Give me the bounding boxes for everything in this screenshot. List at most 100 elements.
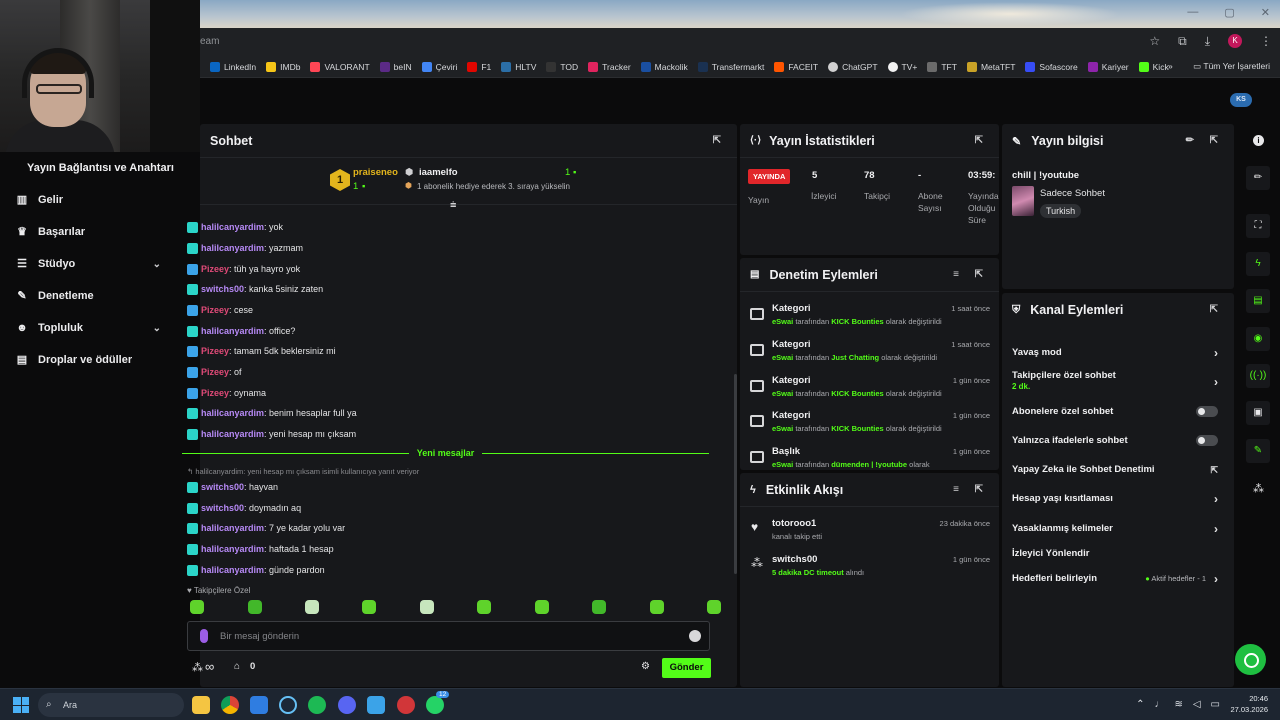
chat-username[interactable]: switchs00 — [201, 503, 244, 513]
microphone-icon[interactable] — [200, 629, 208, 643]
edit-icon[interactable]: ✏ — [1246, 166, 1270, 190]
bookmark-tracker[interactable]: Tracker — [588, 61, 631, 72]
bookmark-transfermarkt[interactable]: Transfermarkt — [697, 61, 764, 72]
emote-icon[interactable] — [362, 600, 376, 614]
chat-settings-icon[interactable]: ⚙ — [641, 661, 650, 672]
download-icon[interactable]: ⤓ — [1205, 34, 1210, 49]
volume-icon[interactable]: ◁ — [1193, 699, 1201, 710]
chat-username[interactable]: halilcanyardim — [201, 544, 264, 554]
popout-icon[interactable]: ⇱ — [975, 484, 983, 495]
banned-words-row[interactable]: Yasaklanmış kelimeler › — [1012, 522, 1224, 536]
fullscreen-icon[interactable]: ⛶ — [1246, 214, 1270, 238]
chat-username[interactable]: Pizeey — [201, 346, 229, 356]
profile-avatar[interactable]: K — [1228, 34, 1242, 48]
chat-username[interactable]: halilcanyardim — [201, 326, 264, 336]
chat-input[interactable]: Bir mesaj gönderin — [187, 621, 710, 651]
slow-mode-row[interactable]: Yavaş mod › — [1012, 346, 1224, 360]
popout-icon[interactable]: ⇱ — [975, 269, 983, 280]
chat-message[interactable]: Pizeey: tamam 5dk beklersiniz mi — [187, 343, 336, 359]
menu-icon[interactable]: ⋮ — [1260, 34, 1272, 49]
windows-start-icon[interactable] — [13, 697, 29, 713]
spotify-icon[interactable] — [308, 696, 326, 714]
chat-username[interactable]: Pizeey — [201, 367, 229, 377]
sidebar-item-droplar[interactable]: ▤ Droplar ve ödüller — [16, 354, 161, 366]
chat-username[interactable]: halilcanyardim — [201, 222, 264, 232]
info-icon[interactable]: i — [1253, 135, 1264, 146]
subs-only-row[interactable]: Abonelere özel sohbet — [1012, 406, 1224, 417]
all-bookmarks[interactable]: » ▭ Tüm Yer İşaretleri — [1168, 61, 1270, 72]
moderation-event[interactable]: Kategori 1 saat önce eSwai tarafından KI… — [750, 303, 990, 337]
moderation-event[interactable]: Kategori 1 saat önce eSwai tarafından Ju… — [750, 339, 990, 373]
whatsapp-icon[interactable] — [426, 696, 444, 714]
bookmark-tft[interactable]: TFT — [927, 61, 957, 72]
discord-icon[interactable] — [338, 696, 356, 714]
followers-only-row[interactable]: Takipçilere özel sohbet 2 dk. › — [1012, 370, 1224, 392]
chat-username[interactable]: halilcanyardim — [201, 408, 264, 418]
edit-icon[interactable]: ✏ — [1186, 135, 1194, 146]
bookmark-tod[interactable]: TOD — [546, 61, 578, 72]
subs-only-toggle[interactable] — [1196, 406, 1218, 417]
popout-icon[interactable]: ⇱ — [1210, 304, 1218, 315]
mail-icon[interactable] — [250, 696, 268, 714]
bookmark-f1[interactable]: F1 — [467, 61, 491, 72]
chat-username[interactable]: halilcanyardim — [201, 565, 264, 575]
layout-icon[interactable]: ▣ — [1246, 401, 1270, 425]
emotes-only-row[interactable]: Yalnızca ifadelerle sohbet — [1012, 435, 1224, 446]
chevron-up-icon[interactable]: ⌃ — [1136, 699, 1144, 710]
popout-icon[interactable]: ⇱ — [975, 135, 983, 146]
bookmark-linkedin[interactable]: LinkedIn — [210, 61, 256, 72]
bookmark-kariyer[interactable]: Kariyer — [1087, 61, 1129, 72]
kick-studio-logo[interactable]: KS — [1230, 93, 1252, 107]
ai-moderation-row[interactable]: Yapay Zeka ile Sohbet Denetimi ⇱ — [1012, 464, 1224, 475]
chat-username[interactable]: switchs00 — [201, 284, 244, 294]
bookmark-imdb[interactable]: IMDb — [266, 61, 300, 72]
activity-event[interactable]: ♥ totorooo1 23 dakika önce kanalı takip … — [750, 518, 990, 552]
bookmark-faceit[interactable]: FACEIT — [774, 61, 818, 72]
moderation-event[interactable]: Kategori 1 gün önce eSwai tarafından KIC… — [750, 375, 990, 409]
taskbar-search[interactable]: ⌕ Ara — [38, 693, 184, 717]
chat-message[interactable]: switchs00: doymadın aq — [187, 500, 301, 516]
emote-icon[interactable] — [420, 600, 434, 614]
restore-icon[interactable]: ▢ — [1224, 6, 1234, 19]
share-icon[interactable]: ⁂ — [1253, 482, 1264, 495]
chat-message[interactable]: Pizeey: of — [187, 364, 242, 380]
popout-icon[interactable]: ⇱ — [713, 135, 721, 146]
star-icon[interactable]: ☆ — [1149, 34, 1160, 49]
chevron-down-icon[interactable]: ⌄ — [153, 259, 161, 270]
bookmark-metatft[interactable]: MetaTFT — [966, 61, 1015, 72]
chat-username[interactable]: Pizeey — [201, 388, 229, 398]
emotes-only-toggle[interactable] — [1196, 435, 1218, 446]
gifter-name[interactable]: praiseneo — [353, 167, 398, 178]
address-bar[interactable]: eam — [200, 32, 1135, 52]
chat-message[interactable]: switchs00: hayvan — [187, 479, 278, 495]
bookmark-ceviri[interactable]: Çeviri — [421, 61, 457, 72]
sidebar-item-topluluk[interactable]: ☻ Topluluk ⌄ — [16, 322, 161, 334]
goals-row[interactable]: Hedefleri belirleyin ● Aktif hedefler - … — [1012, 572, 1224, 586]
more-bookmarks-icon[interactable]: » — [1168, 61, 1173, 71]
extensions-icon[interactable]: ⧉ — [1178, 34, 1187, 49]
steam-icon[interactable] — [279, 696, 297, 714]
stream-key-link[interactable]: Yayın Bağlantısı ve Anahtarı — [27, 162, 174, 174]
chat-message[interactable]: halilcanyardim: yok — [187, 219, 283, 235]
microphone-icon[interactable]: ♩ — [1154, 699, 1164, 710]
riot-icon[interactable] — [397, 696, 415, 714]
activity-user[interactable]: totorooo1 — [772, 518, 816, 529]
chrome-icon[interactable] — [221, 696, 239, 714]
chat-message[interactable]: Pizeey: oynama — [187, 385, 266, 401]
chat-username[interactable]: halilcanyardim — [201, 429, 264, 439]
recipient-name[interactable]: iaamelfo — [419, 167, 458, 178]
filter-icon[interactable]: ≡ — [953, 269, 959, 280]
chat-bubble-icon[interactable]: ◉ — [1246, 327, 1270, 351]
close-icon[interactable]: ✕ — [1261, 6, 1270, 19]
bookmark-chatgpt[interactable]: ChatGPT — [828, 61, 878, 72]
support-chat-button[interactable] — [1235, 644, 1266, 675]
battery-icon[interactable]: ▭ — [1211, 699, 1220, 710]
emote-icon[interactable] — [535, 600, 549, 614]
chat-message[interactable]: halilcanyardim: office? — [187, 323, 295, 339]
sidebar-item-studyo[interactable]: ☰ Stüdyo ⌄ — [16, 258, 161, 270]
filter-icon[interactable]: ≡ — [953, 484, 959, 495]
file-explorer-icon[interactable] — [192, 696, 210, 714]
sidebar-item-gelir[interactable]: ▥ Gelir — [16, 194, 161, 206]
bookmark-valorant[interactable]: VALORANT — [310, 61, 370, 72]
popout-icon[interactable]: ⇱ — [1210, 135, 1218, 146]
